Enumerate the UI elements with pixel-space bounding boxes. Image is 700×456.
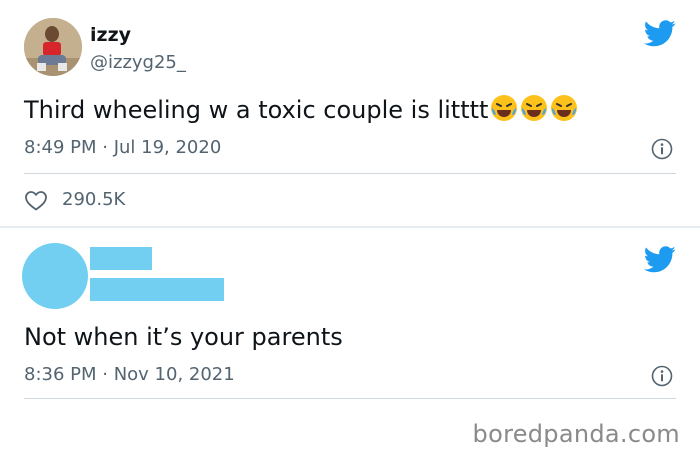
laughing-crying-emoji-icon [550, 94, 578, 128]
tweet-text: Not when it’s your parents [24, 323, 343, 351]
divider [24, 173, 676, 174]
twitter-bird-icon[interactable] [644, 246, 676, 273]
tweet-timestamp[interactable]: 8:49 PM · Jul 19, 2020 [24, 137, 221, 158]
tweet-text: Third wheeling w a toxic couple is littt… [24, 94, 578, 128]
heart-icon[interactable] [24, 189, 48, 211]
laughing-crying-emoji-icon [520, 94, 548, 128]
author-name-redacted [90, 247, 152, 270]
avatar-redacted [22, 243, 88, 309]
twitter-bird-icon[interactable] [644, 20, 676, 47]
author-handle[interactable]: @izzyg25_ [90, 52, 186, 73]
tweet-card: Not when it’s your parents 8:36 PM · Nov… [0, 228, 700, 418]
divider [24, 398, 676, 399]
watermark: boredpanda.com [472, 420, 680, 448]
author-handle-redacted [90, 278, 224, 301]
like-count: 290.5K [62, 189, 126, 210]
tweet-card: izzy @izzyg25_ Third wheeling w a toxic … [0, 0, 700, 228]
author-name[interactable]: izzy [90, 24, 131, 46]
avatar[interactable] [24, 18, 82, 76]
tweet-text-body: Third wheeling w a toxic couple is littt… [24, 96, 489, 124]
tweet-timestamp[interactable]: 8:36 PM · Nov 10, 2021 [24, 364, 235, 385]
laughing-crying-emoji-icon [490, 94, 518, 128]
info-icon[interactable] [651, 138, 673, 160]
info-icon[interactable] [651, 365, 673, 387]
